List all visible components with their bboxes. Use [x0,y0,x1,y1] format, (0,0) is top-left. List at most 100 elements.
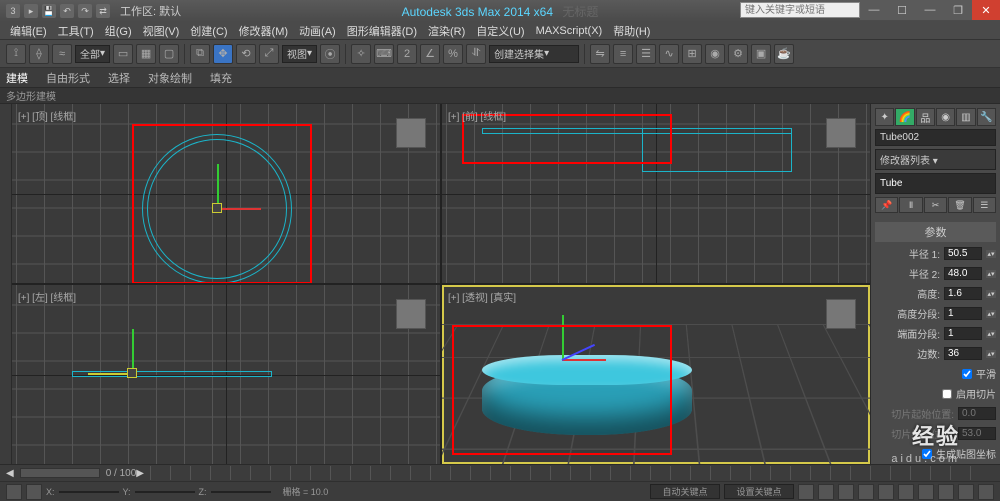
viewcube-left-icon[interactable] [396,299,426,329]
unlink-icon[interactable]: ⟠ [29,44,49,64]
named-selection-combo[interactable]: 创建选择集 ▾ [489,45,579,63]
pan-icon[interactable] [938,484,954,500]
play-icon[interactable] [838,484,854,500]
coord-z-input[interactable] [211,491,271,493]
viewcube-top-icon[interactable] [396,118,426,148]
slice-on-checkbox[interactable] [942,389,952,399]
percent-snap-icon[interactable]: % [443,44,463,64]
modifier-stack[interactable]: Tube [875,173,996,194]
lock-selection-icon[interactable] [26,484,42,500]
close-button[interactable]: ✕ [972,0,1000,20]
workspace-label[interactable]: 工作区: 默认 [120,3,181,19]
tab-display-icon[interactable]: ▥ [956,108,975,126]
bind-spacewarp-icon[interactable]: ≈ [52,44,72,64]
tab-motion-icon[interactable]: ◉ [936,108,955,126]
ribbon-tab-objectpaint[interactable]: 对象绘制 [148,70,192,86]
menu-customize[interactable]: 自定义(U) [472,23,528,39]
goto-start-icon[interactable] [798,484,814,500]
cseg-spinner[interactable]: ▴▾ [986,330,996,338]
maxscript-listener-icon[interactable] [6,484,22,500]
ribbon-tab-modeling[interactable]: 建模 [6,70,28,86]
viewport-front-label[interactable]: [+] [前] [线框] [448,108,506,123]
object-name-field[interactable]: Tube002 [875,129,996,146]
save-icon[interactable]: 💾 [42,4,56,18]
height-spinner[interactable]: ▴▾ [986,290,996,298]
menu-tools[interactable]: 工具(T) [54,23,98,39]
select-scale-icon[interactable]: ⤢ [259,44,279,64]
select-by-name-icon[interactable]: ▦ [136,44,156,64]
viewport-top[interactable]: [+] [顶] [线框] [12,104,440,283]
schematic-view-icon[interactable]: ⊞ [682,44,702,64]
set-key-button[interactable]: 设置关键点 [724,484,794,499]
stack-item-tube[interactable]: Tube [880,178,902,189]
layers-icon[interactable]: ☰ [636,44,656,64]
configure-sets-icon[interactable]: ☰ [973,197,996,213]
timeslider-next-icon[interactable]: ▶ [136,468,144,479]
pin-stack-icon[interactable]: 📌 [875,197,898,213]
tab-utilities-icon[interactable]: 🔧 [977,108,996,126]
time-ruler[interactable] [150,466,988,480]
ribbon-tab-selection[interactable]: 选择 [108,70,130,86]
maximize-viewport-icon[interactable] [978,484,994,500]
tab-create-icon[interactable]: ✦ [875,108,894,126]
viewport-front[interactable]: [+] [前] [线框] [442,104,870,283]
menu-group[interactable]: 组(G) [101,23,136,39]
tab-modify-icon[interactable]: 🌈 [895,108,914,126]
selection-filter-combo[interactable]: 全部 ▾ [75,45,110,63]
ribbon-tab-populate[interactable]: 填充 [210,70,232,86]
coord-y-input[interactable] [135,491,195,493]
render-icon[interactable]: ☕ [774,44,794,64]
viewport-left-label[interactable]: [+] [左] [线框] [18,289,76,304]
menu-create[interactable]: 创建(C) [186,23,231,39]
show-end-result-icon[interactable]: Ⅱ [899,197,922,213]
time-slider[interactable] [20,468,100,478]
render-setup-icon[interactable]: ⚙ [728,44,748,64]
next-frame-icon[interactable] [858,484,874,500]
hseg-spinner[interactable]: ▴▾ [986,310,996,318]
rect-region-icon[interactable]: ▢ [159,44,179,64]
menu-edit[interactable]: 编辑(E) [6,23,51,39]
app-icon[interactable]: 3 [6,4,20,18]
select-object-icon[interactable]: ▭ [113,44,133,64]
radius2-spinner[interactable]: ▴▾ [986,270,996,278]
select-link-icon[interactable]: ⟟ [6,44,26,64]
menu-animation[interactable]: 动画(A) [295,23,340,39]
cseg-input[interactable]: 1 [944,327,982,340]
manipulate-icon[interactable]: ✧ [351,44,371,64]
menu-maxscript[interactable]: MAXScript(X) [532,25,607,37]
smooth-checkbox[interactable] [962,369,972,379]
menu-grapheditors[interactable]: 图形编辑器(D) [343,23,421,39]
menu-help[interactable]: 帮助(H) [609,23,654,39]
ribbon-subpanel[interactable]: 多边形建模 [0,88,1000,104]
viewcube-front-icon[interactable] [826,118,856,148]
menu-modifiers[interactable]: 修改器(M) [235,23,293,39]
zoom-icon[interactable] [898,484,914,500]
keyboard-shortcut-icon[interactable]: ⌨ [374,44,394,64]
height-input[interactable]: 1.6 [944,287,982,300]
remove-modifier-icon[interactable]: 🗑 [948,197,971,213]
help-search-input[interactable] [740,2,860,18]
mirror-icon[interactable]: ⇋ [590,44,610,64]
snap-2d-icon[interactable]: 2 [397,44,417,64]
ref-coord-combo[interactable]: 视图 ▾ [282,45,317,63]
timeslider-prev-icon[interactable]: ◀ [6,468,14,479]
make-unique-icon[interactable]: ✂ [924,197,947,213]
viewport-perspective[interactable]: [+] [透视] [真实] [442,285,870,464]
menu-rendering[interactable]: 渲染(R) [424,23,469,39]
curve-editor-icon[interactable]: ∿ [659,44,679,64]
link-icon[interactable]: ⇄ [96,4,110,18]
undo-icon[interactable]: ↶ [60,4,74,18]
modifier-list-combo[interactable]: 修改器列表 ▾ [875,149,996,170]
select-rotate-icon[interactable]: ⟲ [236,44,256,64]
rollout-parameters-header[interactable]: 参数 [875,222,996,242]
orbit-icon[interactable] [958,484,974,500]
viewport-top-label[interactable]: [+] [顶] [线框] [18,108,76,123]
select-move-icon[interactable]: ✥ [213,44,233,64]
viewport-persp-label[interactable]: [+] [透视] [真实] [448,289,516,304]
goto-end-icon[interactable] [878,484,894,500]
minimize2-button[interactable]: — [916,0,944,20]
material-editor-icon[interactable]: ◉ [705,44,725,64]
viewport-left[interactable]: [+] [左] [线框] [12,285,440,464]
radius1-input[interactable]: 50.5 [944,247,982,260]
spinner-snap-icon[interactable]: ⥯ [466,44,486,64]
